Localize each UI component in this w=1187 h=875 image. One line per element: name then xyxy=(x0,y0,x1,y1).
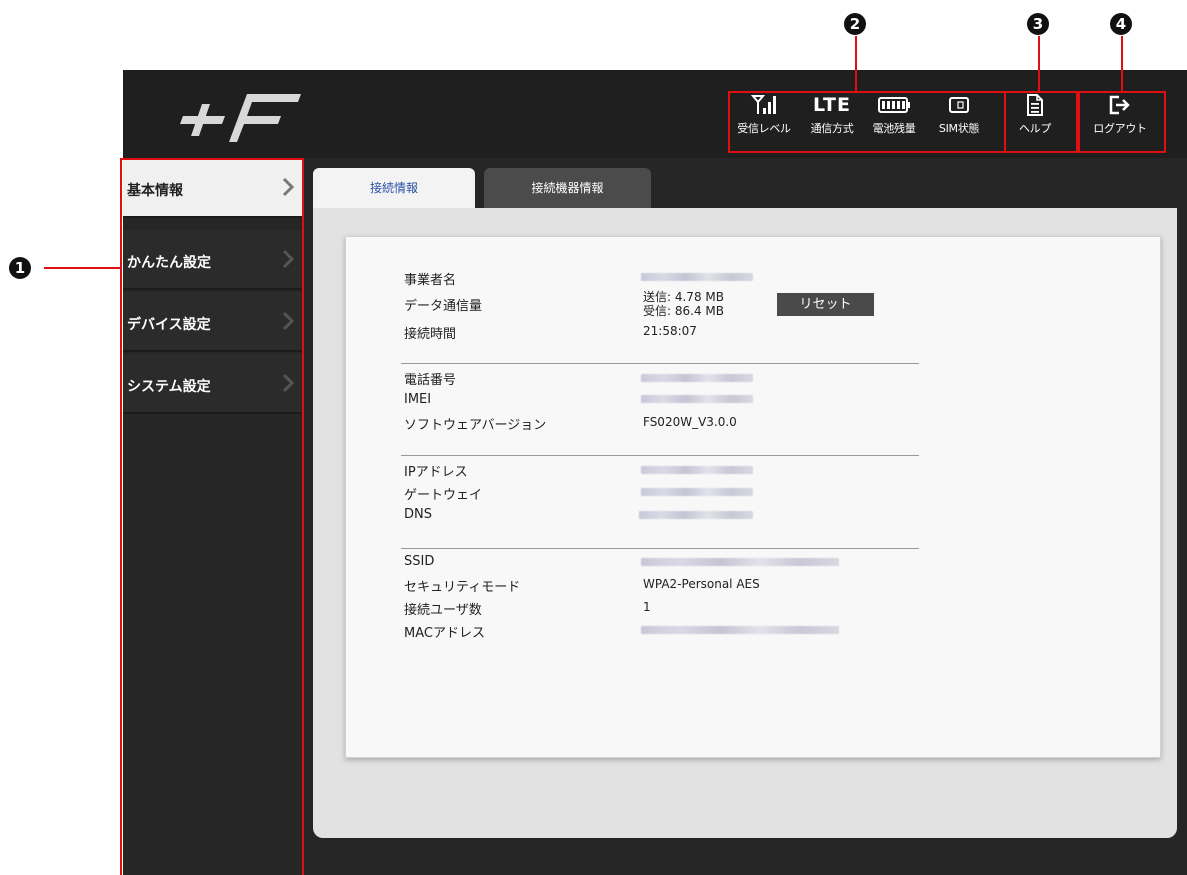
callout-4: 4 xyxy=(1110,13,1132,35)
gateway-label: ゲートウェイ xyxy=(404,488,483,503)
callout-2: 2 xyxy=(844,13,866,35)
ssid-value-redacted xyxy=(641,558,839,566)
connected-users-label: 接続ユーザ数 xyxy=(404,603,482,618)
tab-connected-devices[interactable]: 接続機器情報 xyxy=(484,168,651,208)
mac-address-value-redacted xyxy=(641,626,839,634)
brand-logo: +F xyxy=(180,94,301,142)
security-mode-label: セキュリティモード xyxy=(404,580,521,595)
connection-time-value: 21:58:07 xyxy=(643,324,697,338)
connected-users-value: 1 xyxy=(643,600,651,614)
software-version-label: ソフトウェアバージョン xyxy=(404,418,547,433)
separator xyxy=(401,548,919,549)
callout-line-2 xyxy=(855,36,857,92)
carrier-value-redacted xyxy=(641,273,753,281)
callout-line-1 xyxy=(44,267,122,269)
content-area: 事業者名 データ通信量 送信: 4.78 MB 受信: 86.4 MB リセット… xyxy=(313,208,1177,838)
ssid-label: SSID xyxy=(404,554,435,569)
tab-bar: 接続情報 接続機器情報 xyxy=(313,168,1187,208)
separator xyxy=(401,455,919,456)
connection-time-label: 接続時間 xyxy=(404,327,457,342)
imei-value-redacted xyxy=(641,395,753,403)
security-mode-value: WPA2-Personal AES xyxy=(643,577,760,591)
callout-line-3 xyxy=(1038,36,1040,92)
mac-address-label: MACアドレス xyxy=(404,626,485,641)
dns-label: DNS xyxy=(404,507,432,522)
software-version-value: FS020W_V3.0.0 xyxy=(643,415,737,429)
imei-label: IMEI xyxy=(404,392,432,407)
dns-value-redacted xyxy=(639,511,753,519)
callout-box-logout xyxy=(1078,91,1166,153)
separator xyxy=(401,363,919,364)
carrier-label: 事業者名 xyxy=(404,273,457,288)
callout-box-help xyxy=(1004,91,1078,153)
callout-1: 1 xyxy=(9,257,31,279)
data-received-value: 受信: 86.4 MB xyxy=(643,304,724,318)
callout-3: 3 xyxy=(1027,13,1049,35)
tab-connection-info[interactable]: 接続情報 xyxy=(313,168,475,208)
ip-address-label: IPアドレス xyxy=(404,465,468,480)
info-panel: 事業者名 データ通信量 送信: 4.78 MB 受信: 86.4 MB リセット… xyxy=(345,236,1161,758)
gateway-value-redacted xyxy=(641,488,753,496)
phone-number-label: 電話番号 xyxy=(404,373,457,388)
data-usage-label: データ通信量 xyxy=(404,299,483,314)
callout-box-sidebar xyxy=(120,158,304,875)
ip-address-value-redacted xyxy=(641,466,753,474)
callout-box-status xyxy=(728,91,1006,153)
phone-number-value-redacted xyxy=(641,374,753,382)
callout-line-4 xyxy=(1121,36,1123,92)
reset-button[interactable]: リセット xyxy=(777,293,874,316)
